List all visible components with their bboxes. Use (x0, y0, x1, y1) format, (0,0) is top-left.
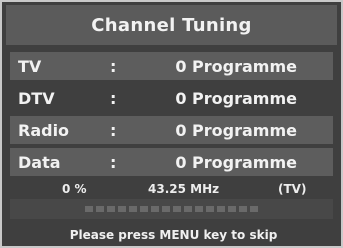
progress-segment (206, 206, 214, 212)
row-value: 0 Programme (175, 56, 297, 76)
progress-segment (96, 206, 104, 212)
row-colon: : (110, 56, 117, 76)
progress-segment (250, 206, 258, 212)
progress-segment (129, 206, 137, 212)
progress-segment (173, 206, 181, 212)
tuning-status: 0 % 43.25 MHz (TV) (10, 182, 333, 198)
row-data: Data : 0 Programme (10, 148, 333, 176)
progress-segment (217, 206, 225, 212)
row-value: 0 Programme (175, 88, 297, 108)
row-colon: : (110, 120, 117, 140)
progress-segments (85, 206, 258, 212)
progress-bar (10, 199, 333, 219)
percent-text: 0 % (62, 182, 87, 196)
row-label: TV (18, 56, 42, 76)
row-value: 0 Programme (175, 152, 297, 172)
row-tv: TV : 0 Programme (10, 52, 333, 80)
row-dtv: DTV : 0 Programme (10, 84, 333, 112)
progress-segment (228, 206, 236, 212)
row-value: 0 Programme (175, 120, 297, 140)
progress-segment (151, 206, 159, 212)
row-label: Radio (18, 120, 70, 140)
frequency-text: 43.25 MHz (148, 182, 220, 196)
dialog-title: Channel Tuning (6, 5, 337, 45)
progress-segment (184, 206, 192, 212)
progress-segment (239, 206, 247, 212)
progress-segment (140, 206, 148, 212)
channel-tuning-dialog: Channel Tuning TV : 0 Programme DTV : 0 … (0, 0, 343, 248)
row-label: Data (18, 152, 61, 172)
progress-segment (162, 206, 170, 212)
progress-segment (118, 206, 126, 212)
row-radio: Radio : 0 Programme (10, 116, 333, 144)
row-colon: : (110, 88, 117, 108)
mode-text: (TV) (278, 182, 307, 196)
progress-segment (195, 206, 203, 212)
progress-segment (85, 206, 93, 212)
skip-hint: Please press MENU key to skip (69, 228, 278, 242)
row-label: DTV (18, 88, 55, 108)
progress-segment (107, 206, 115, 212)
row-colon: : (110, 152, 117, 172)
